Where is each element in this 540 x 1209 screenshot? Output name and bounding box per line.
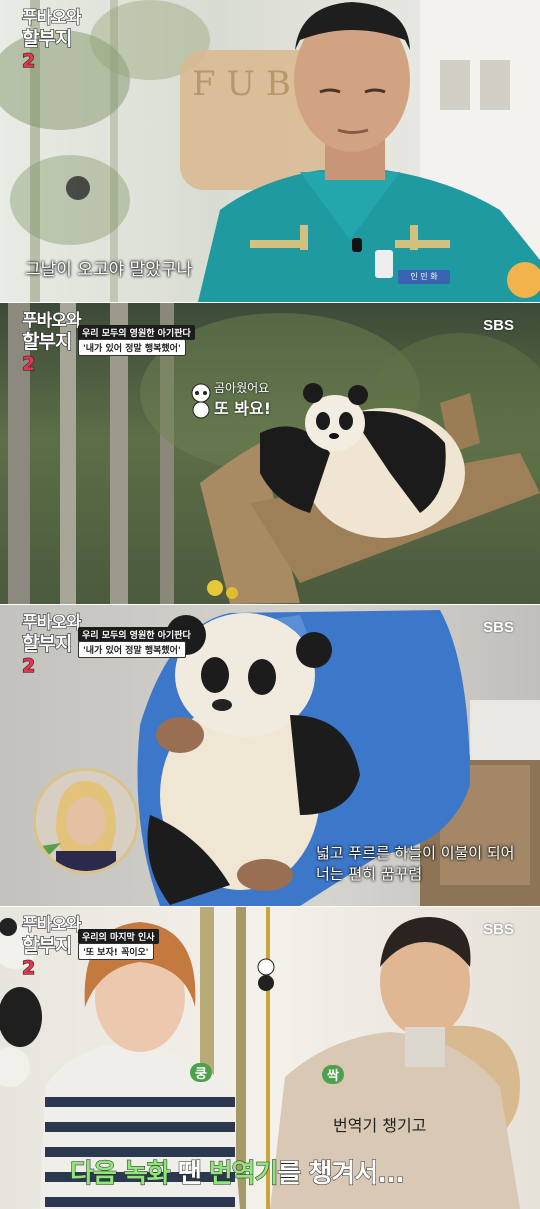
episode-banner-bottom: '또 보자! 꼭이오' [78,943,154,960]
name-tag: 인 민 화 [398,270,450,284]
bubble-line1: 곰아웠어요 [214,381,270,395]
sfx-right: 싹 [322,1065,344,1084]
episode-banner-bottom: '내가 있어 정말 행복했어' [78,339,186,356]
show-logo-line1: 푸바오와 [21,310,82,331]
caption-main-a: 다음 녹화 [70,1159,172,1190]
reaction-inset [33,768,139,874]
svg-text:F U B: F U B [192,64,291,104]
reaction-face-image [36,771,136,871]
episode-banner-top: 우리 모두의 영원한 아기판다 [78,627,195,642]
subtitle: 그날이 오고야 말았구나 [25,260,193,280]
sbs-logo: SBS [483,921,514,938]
caption-main-c: 번역기 [208,1159,279,1190]
caption-main-d: 를 챙겨서... [277,1159,405,1190]
show-logo-line2: 할부지2 [21,330,73,375]
sfx-left: 쿵 [190,1063,212,1082]
show-logo-line2: 할부지2 [21,632,73,677]
panda-face-icon [191,383,211,419]
bubble-line2: 또 봐요! [214,399,272,418]
caption-main-b: 땐 [169,1159,209,1190]
scene-panda-on-tree: 푸바오와 할부지2 우리 모두의 영원한 아기판다 '내가 있어 정말 행복했어… [0,303,540,604]
caption-line1: 넓고 푸르른 하늘이 이불이 되어 [316,844,515,862]
show-logo-line1: 푸바오와 [21,7,82,28]
show-logo-line1: 푸바오와 [21,914,82,935]
caption-main: 다음 녹화 땐 번역기를 챙겨서... [70,1153,406,1190]
show-logo: 푸바오와 할부지2 [21,914,82,979]
episode-banner-top: 우리 모두의 영원한 아기판다 [78,325,195,340]
sbs-logo: SBS [483,317,514,334]
episode-banner-bottom: '내가 있어 정말 행복했어' [78,641,186,658]
show-logo: 푸바오와 할부지2 [21,612,82,677]
show-logo: 푸바오와 할부지2 [21,7,82,72]
show-logo-line2: 할부지2 [21,934,73,979]
show-logo-line1: 푸바오와 [21,612,82,633]
episode-banner-top: 우리의 마지막 인사 [78,929,159,944]
sbs-logo: SBS [483,619,514,636]
scene-hosts-studio: 푸바오와 할부지2 우리의 마지막 인사 '또 보자! 꼭이오' SBS 쿵 싹… [0,907,540,1209]
caption-upper: 번역기 챙기고 [333,1116,427,1135]
show-logo: 푸바오와 할부지2 [21,310,82,375]
caption-line2: 너는 편히 꿈꾸렴 [316,865,423,883]
show-logo-line2: 할부지2 [21,27,73,72]
scene-zookeeper-interview: F U B 푸바오와 할부지2 인 민 화 그날이 오고야 말았구나 [0,0,540,302]
scene-keeper-holding-cub: 푸바오와 할부지2 우리 모두의 영원한 아기판다 '내가 있어 정말 행복했어… [0,605,540,906]
